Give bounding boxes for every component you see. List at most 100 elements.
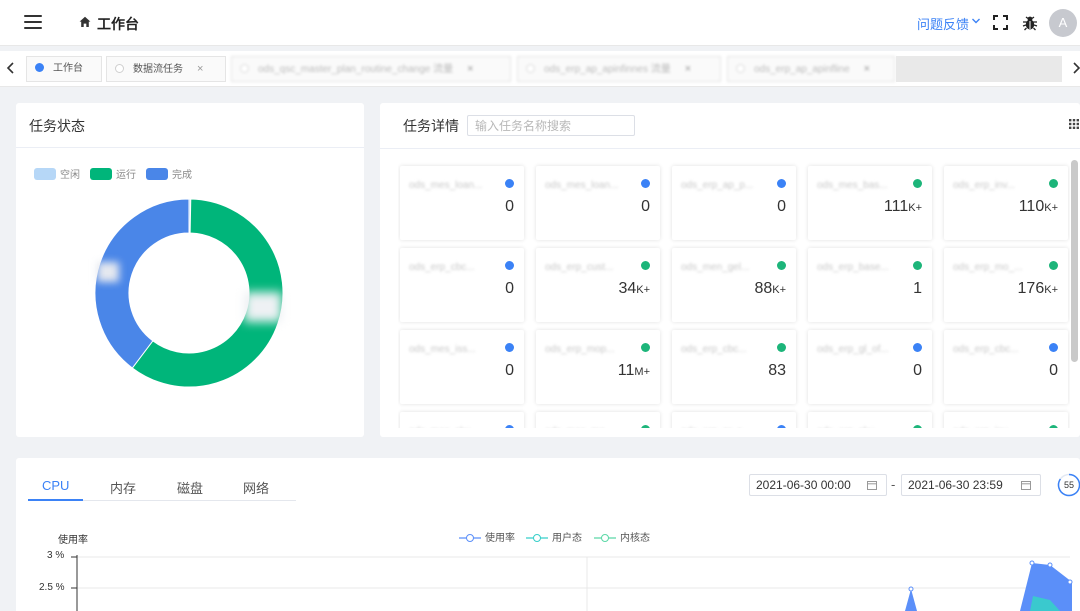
task-card[interactable]: ods_erp_mo_... 176K+ <box>944 248 1068 322</box>
task-card[interactable]: ods_mes_loan... 0 <box>536 166 660 240</box>
done-slice[interactable] <box>94 198 190 369</box>
task-status-title: 任务状态 <box>29 118 85 134</box>
grid-view-icon[interactable] <box>1069 119 1079 129</box>
tab-overflow-area <box>896 56 1062 82</box>
legend-done[interactable]: 完成 <box>146 166 192 181</box>
tab-disk[interactable]: 磁盘 <box>177 478 203 497</box>
end-time-picker[interactable]: 2021-06-30 23:59 <box>901 474 1041 496</box>
legend-user[interactable]: 用户态 <box>526 529 582 544</box>
cpu-usage-chart <box>71 555 1073 611</box>
status-dot-icon <box>641 343 650 352</box>
task-search-input[interactable] <box>467 115 635 136</box>
tab-task[interactable]: ods_qsc_master_plan_routine_change 流量 × <box>231 56 511 82</box>
usage-point <box>1047 562 1053 568</box>
task-cards-grid: ods_mes_loan... 0 ods_mes_loan... 0 ods_erp_… <box>398 162 1070 428</box>
task-details-title: 任务详情 <box>403 118 459 134</box>
task-count: 176K+ <box>1018 280 1058 298</box>
tab-dataflow[interactable]: 数据流任务 × <box>106 56 226 82</box>
close-icon[interactable]: × <box>197 63 203 75</box>
task-card[interactable]: ods_mes_sku... <box>400 412 524 428</box>
status-dot-icon <box>913 261 922 270</box>
task-count: 83 <box>768 362 786 380</box>
start-time-picker[interactable]: 2021-06-30 00:00 <box>749 474 887 496</box>
task-card[interactable]: ods_mes_mo... <box>536 412 660 428</box>
task-card[interactable]: ods_erp_cbc... 83 <box>672 330 796 404</box>
status-dot-icon <box>641 179 650 188</box>
status-dot-icon <box>913 343 922 352</box>
task-card[interactable]: ods_erp_cust... 34K+ <box>536 248 660 322</box>
task-name: ods_erp_ap_p... <box>681 180 754 191</box>
task-name: ods_erp_inv... <box>953 426 1015 428</box>
task-name: ods_erp_mop... <box>545 344 615 355</box>
task-card[interactable]: ods_mes_loan... 0 <box>400 166 524 240</box>
count-value: 0 <box>505 362 514 379</box>
cards-scrollbar[interactable] <box>1071 160 1078 362</box>
task-count: 0 <box>913 362 922 380</box>
task-card[interactable]: ods_erp_inv... 110K+ <box>944 166 1068 240</box>
status-dot-icon <box>1049 179 1058 188</box>
legend-label: 运行 <box>116 170 136 181</box>
divider <box>16 147 364 148</box>
fullscreen-icon[interactable] <box>993 15 1008 30</box>
task-card[interactable]: ods_mes_bas... 111K+ <box>808 166 932 240</box>
close-icon[interactable]: × <box>685 63 691 75</box>
calendar-icon <box>1021 481 1031 490</box>
count-value: 11 <box>617 362 635 379</box>
task-name: ods_erp_cbc... <box>953 344 1019 355</box>
task-card[interactable]: ods_erp_ap_p... 0 <box>672 166 796 240</box>
close-icon[interactable]: × <box>467 63 473 75</box>
task-name: ods_erp_cbc... <box>409 262 475 273</box>
chevron-down-icon[interactable] <box>971 17 981 25</box>
tab-task[interactable]: ods_erp_ap_apinfinnes 流量 × <box>517 56 721 82</box>
tab-label: ods_qsc_master_plan_routine_change 流量 <box>258 64 454 75</box>
legend-idle[interactable]: 空闲 <box>34 166 80 181</box>
tab-task[interactable]: ods_erp_ap_apinfline × <box>727 56 895 82</box>
close-icon[interactable]: × <box>864 63 870 75</box>
tab-label: ods_erp_ap_apinfline <box>754 64 850 75</box>
bug-icon[interactable] <box>1022 15 1038 31</box>
usage-point <box>908 586 914 592</box>
tab-label: ods_erp_ap_apinfinnes 流量 <box>544 64 671 75</box>
legend-running[interactable]: 运行 <box>90 166 136 181</box>
usage-area-spike <box>905 589 917 611</box>
tab-cpu[interactable]: CPU <box>42 478 69 493</box>
user-avatar[interactable]: A <box>1049 9 1077 37</box>
count-value: 110 <box>1018 198 1045 215</box>
menu-toggle-icon[interactable] <box>24 15 42 29</box>
tab-label: 工作台 <box>53 63 83 74</box>
legend-label: 完成 <box>172 170 192 181</box>
task-card[interactable]: ods_erp_mop... 11M+ <box>536 330 660 404</box>
auto-refresh-timer[interactable]: 55 <box>1057 473 1080 497</box>
usage-point <box>1067 579 1073 585</box>
status-dot-icon <box>505 425 514 428</box>
count-unit: M+ <box>634 366 650 378</box>
status-dot-icon <box>913 425 922 428</box>
count-unit: K+ <box>1044 202 1058 214</box>
home-icon <box>79 16 91 27</box>
task-count: 0 <box>641 198 650 216</box>
task-card[interactable]: ods_erp_sku... <box>808 412 932 428</box>
tab-network[interactable]: 网络 <box>243 478 269 497</box>
breadcrumb-title[interactable]: 工作台 <box>97 14 139 34</box>
task-name: ods_erp_gl_of... <box>817 344 889 355</box>
task-card[interactable]: ods_erp_cbc... 0 <box>944 330 1068 404</box>
task-card[interactable]: ods_men_gel... 88K+ <box>672 248 796 322</box>
task-card[interactable]: ods_erp_base... 1 <box>808 248 932 322</box>
task-card[interactable]: ods_erp_inv... <box>944 412 1068 428</box>
count-unit: K+ <box>908 202 922 214</box>
status-dot-icon <box>777 425 786 428</box>
task-card[interactable]: ods_erp_cbc... 0 <box>400 248 524 322</box>
task-count: 0 <box>505 362 514 380</box>
status-dot-icon <box>1049 261 1058 270</box>
chevron-left-icon[interactable] <box>5 61 17 75</box>
feedback-dropdown[interactable]: 问题反馈 <box>917 14 969 33</box>
chevron-right-icon[interactable] <box>1070 61 1080 75</box>
task-card[interactable]: ods_erp_gl_of... 0 <box>808 330 932 404</box>
legend-usage[interactable]: 使用率 <box>459 529 515 544</box>
task-card[interactable]: ods_mes_iss... 0 <box>400 330 524 404</box>
tab-workbench[interactable]: 工作台 <box>26 56 102 82</box>
tab-memory[interactable]: 内存 <box>110 478 136 497</box>
task-card[interactable]: ods_erp_ar_s... <box>672 412 796 428</box>
legend-kernel[interactable]: 内核态 <box>594 529 650 544</box>
task-name: ods_erp_cust... <box>545 262 614 273</box>
